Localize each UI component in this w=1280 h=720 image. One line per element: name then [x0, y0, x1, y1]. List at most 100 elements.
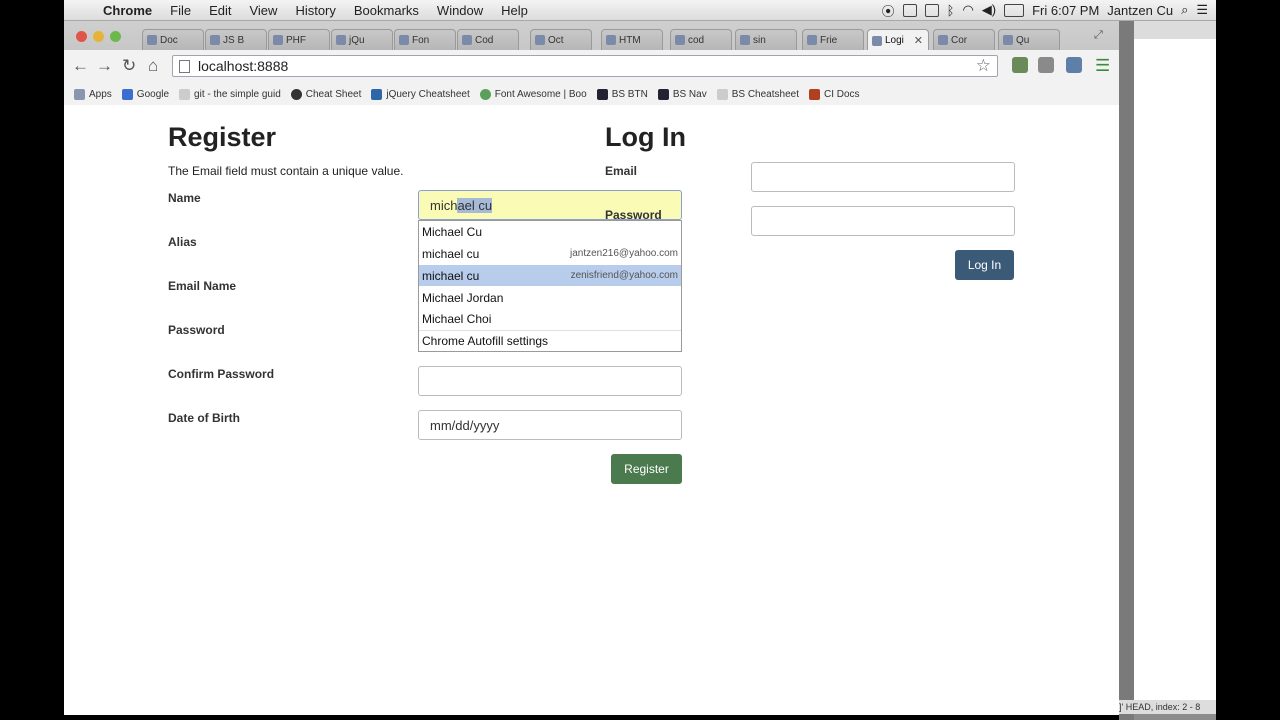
tab-label: HTM — [619, 34, 641, 46]
user-name[interactable]: Jantzen Cu — [1107, 3, 1173, 18]
autofill-item[interactable]: Michael Cu — [419, 221, 681, 242]
browser-tab[interactable]: PHF — [268, 29, 330, 50]
volume-icon[interactable]: ◀) — [982, 2, 996, 18]
menu-history[interactable]: History — [286, 3, 344, 18]
autofill-item[interactable]: michael cu jantzen216@yahoo.com — [419, 243, 681, 264]
address-url: localhost:8888 — [198, 58, 289, 74]
forward-icon[interactable]: → — [96, 57, 113, 75]
tab-label: Logi — [885, 35, 904, 46]
zoom-window-icon[interactable] — [110, 31, 121, 42]
tab-favicon-icon — [740, 35, 750, 45]
bookmark-font-awesome[interactable]: Font Awesome | Boo — [479, 89, 587, 100]
email-label: Email Name — [168, 279, 237, 293]
chrome-menu-icon[interactable]: ☰ — [1095, 57, 1110, 75]
browser-tab[interactable]: Oct — [530, 29, 592, 50]
register-button[interactable]: Register — [611, 454, 682, 484]
close-window-icon[interactable] — [76, 31, 87, 42]
autofill-name: Michael Cu — [422, 224, 483, 239]
background-window-scrollbar[interactable] — [1119, 21, 1134, 720]
download-extension-icon[interactable] — [1038, 57, 1054, 73]
browser-tab-active[interactable]: Logi ✕ — [867, 29, 929, 51]
page-icon — [716, 89, 728, 100]
menu-help[interactable]: Help — [492, 3, 537, 18]
bookmark-star-icon[interactable]: ☆ — [976, 56, 991, 76]
bookmark-cheat-sheet[interactable]: Cheat Sheet — [290, 89, 361, 100]
tab-label: Frie — [820, 34, 838, 46]
dob-placeholder: mm/dd/yyyy — [430, 417, 500, 433]
bookmark-apps[interactable]: Apps — [74, 89, 112, 100]
minimize-window-icon[interactable] — [93, 31, 104, 42]
login-email-input[interactable] — [751, 162, 1015, 192]
name-label: Name — [168, 191, 201, 205]
menu-bookmarks[interactable]: Bookmarks — [345, 3, 428, 18]
home-icon[interactable]: ⌂ — [148, 57, 158, 75]
login-button[interactable]: Log In — [955, 250, 1014, 280]
confirm-password-input[interactable] — [418, 366, 682, 396]
confirm-password-label: Confirm Password — [168, 367, 275, 381]
browser-tab[interactable]: Frie — [802, 29, 864, 50]
menu-edit[interactable]: Edit — [200, 3, 240, 18]
browser-tab[interactable]: jQu — [331, 29, 393, 50]
bookmark-ci-docs[interactable]: CI Docs — [808, 89, 860, 100]
login-password-input[interactable] — [751, 206, 1015, 236]
battery-icon[interactable] — [1004, 3, 1025, 17]
clock[interactable]: Fri 6:07 PM — [1032, 3, 1099, 18]
teamviewer-icon[interactable] — [902, 3, 917, 17]
page-icon — [179, 89, 191, 100]
password-label: Password — [168, 323, 225, 337]
bluetooth-icon[interactable]: ᛒ — [947, 3, 955, 18]
browser-tab[interactable]: sin — [735, 29, 797, 50]
address-bar[interactable]: localhost:8888 ☆ — [172, 55, 998, 77]
tab-favicon-icon — [606, 35, 616, 45]
background-window-status: ]' HEAD, index: 2 - 8 — [1119, 700, 1216, 714]
browser-tab[interactable]: Fon — [394, 29, 456, 50]
tab-favicon-icon — [147, 35, 157, 45]
autofill-item-highlighted[interactable]: michael cu zenisfriend@yahoo.com — [419, 265, 681, 286]
browser-tab[interactable]: cod — [670, 29, 732, 50]
tab-favicon-icon — [807, 35, 817, 45]
back-icon[interactable]: ← — [72, 57, 89, 75]
tab-label: sin — [753, 34, 766, 46]
page-icon — [179, 59, 190, 73]
close-tab-icon[interactable]: ✕ — [914, 34, 923, 47]
tab-label: cod — [688, 34, 705, 46]
menu-window[interactable]: Window — [428, 3, 492, 18]
background-window-content — [1134, 39, 1216, 701]
browser-tab[interactable]: Cor — [933, 29, 995, 50]
browser-tab[interactable]: Doc — [142, 29, 204, 50]
menu-view[interactable]: View — [240, 3, 286, 18]
bookmark-git-guide[interactable]: git - the simple guid — [179, 89, 281, 100]
autofill-name: Michael Jordan — [422, 290, 504, 305]
extension-icon[interactable] — [1012, 57, 1028, 73]
record-icon[interactable]: ⦿ — [882, 1, 895, 20]
bookmark-jquery-cheatsheet[interactable]: jQuery Cheatsheet — [371, 89, 470, 100]
autofill-item[interactable]: Michael Jordan — [419, 287, 681, 308]
browser-tab[interactable]: Qu — [998, 29, 1060, 50]
login-title: Log In — [605, 122, 686, 152]
menu-app[interactable]: Chrome — [94, 3, 161, 18]
bookmark-label: Font Awesome | Boo — [494, 89, 587, 100]
autofill-settings-link[interactable]: Chrome Autofill settings — [419, 330, 681, 351]
dob-input[interactable]: mm/dd/yyyy — [418, 410, 682, 440]
fullscreen-icon[interactable]: ⤢ — [1094, 29, 1103, 42]
browser-tab[interactable]: Cod — [457, 29, 519, 50]
bootstrap-icon — [657, 89, 669, 100]
extension-icon[interactable] — [1066, 57, 1082, 73]
bookmark-bs-btn[interactable]: BS BTN — [596, 89, 648, 100]
wifi-icon[interactable]: ◠ — [962, 2, 973, 18]
menu-file[interactable]: File — [161, 3, 200, 18]
dropbox-icon[interactable] — [924, 3, 939, 17]
autofill-item[interactable]: Michael Choi — [419, 308, 681, 329]
notification-center-icon[interactable]: ☰ — [1196, 2, 1208, 18]
browser-tab[interactable]: HTM — [601, 29, 663, 50]
spotlight-icon[interactable]: ⌕ — [1181, 2, 1188, 18]
font-awesome-icon — [479, 89, 491, 100]
tab-label: JS B — [223, 34, 245, 46]
bookmarks-bar: Apps Google git - the simple guid Cheat … — [64, 84, 1119, 106]
reload-icon[interactable]: ↻ — [122, 57, 136, 75]
browser-tab[interactable]: JS B — [205, 29, 267, 50]
tab-label: Fon — [412, 34, 430, 46]
bookmark-google[interactable]: Google — [121, 89, 169, 100]
bookmark-bs-cheatsheet[interactable]: BS Cheatsheet — [716, 89, 799, 100]
bookmark-bs-nav[interactable]: BS Nav — [657, 89, 707, 100]
